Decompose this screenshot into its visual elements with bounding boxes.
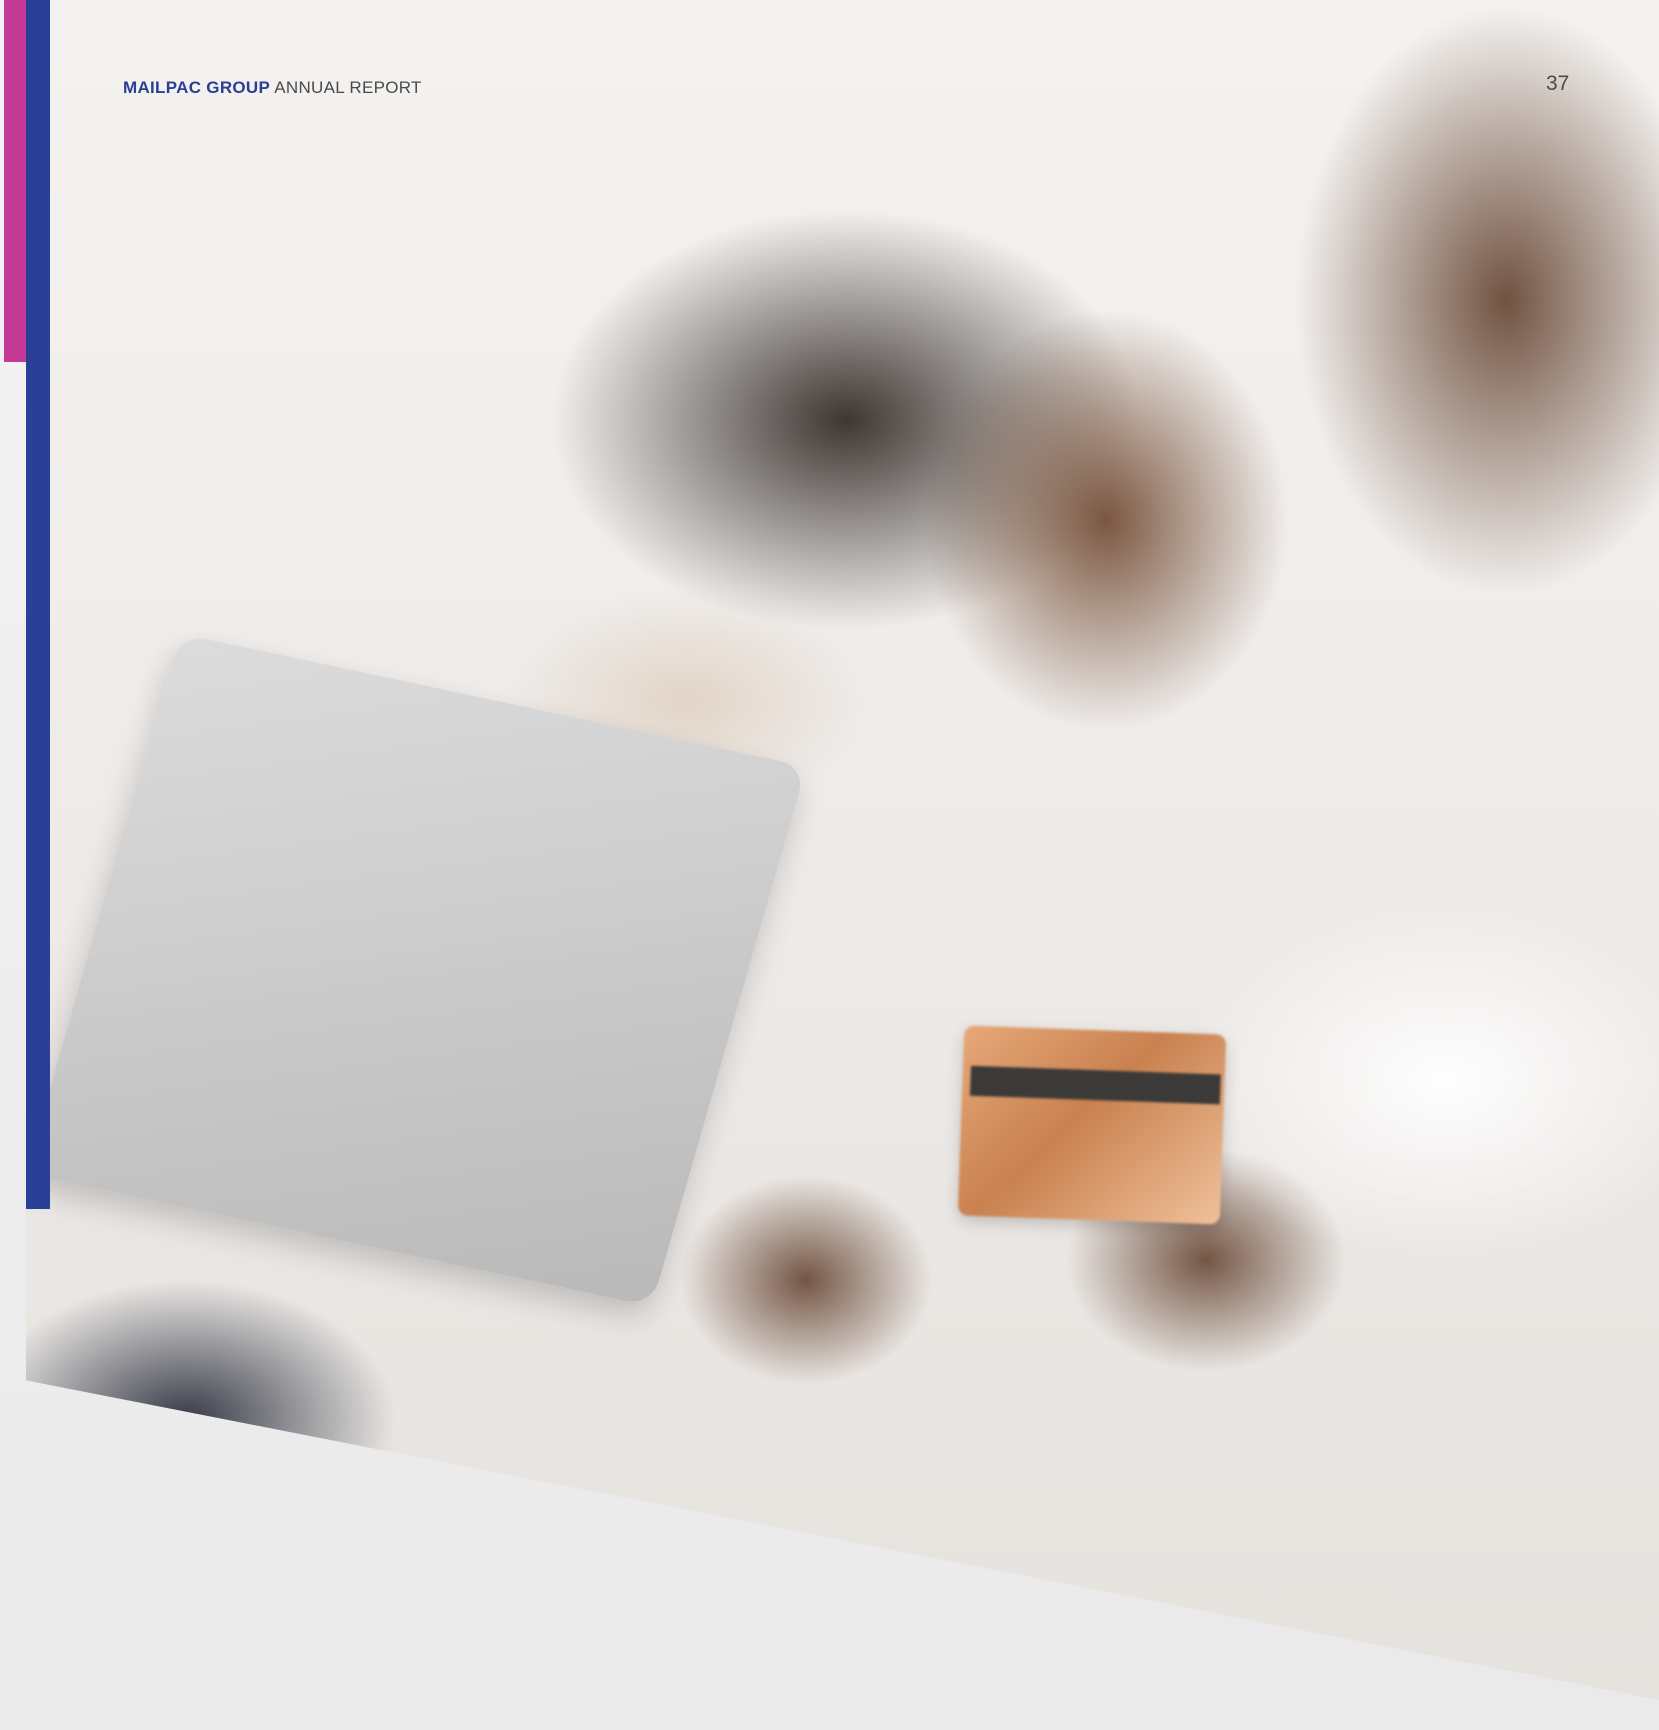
card-magnetic-stripe — [969, 1065, 1221, 1105]
credit-card-icon — [957, 1025, 1227, 1225]
header-subtitle: ANNUAL REPORT — [274, 78, 422, 97]
page-number: 37 — [1546, 72, 1570, 95]
accent-bar-blue — [26, 0, 50, 1209]
running-header: MAILPAC GROUP ANNUAL REPORT — [123, 78, 422, 98]
report-page: MAILPAC GROUP ANNUAL REPORT 37 — [0, 0, 1659, 1730]
tablet-icon — [26, 633, 807, 1307]
couple-online-shopping-photo — [26, 0, 1659, 1700]
accent-bar-magenta — [4, 0, 26, 362]
header-brand: MAILPAC GROUP — [123, 78, 271, 97]
